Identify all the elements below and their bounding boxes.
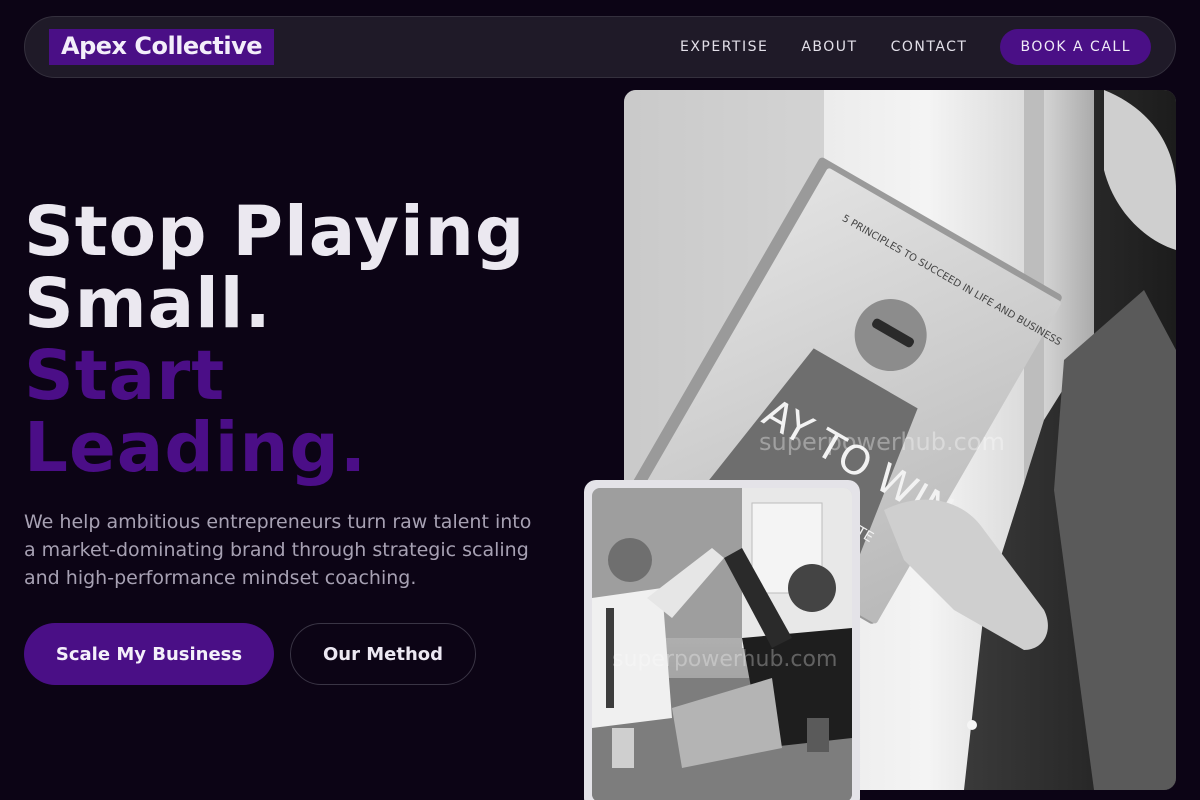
nav-link-contact[interactable]: CONTACT — [891, 39, 968, 55]
nav-link-expertise[interactable]: EXPERTISE — [680, 39, 768, 55]
team-high-five-photo: superpowerhub.com — [592, 488, 852, 800]
watermark-card: superpowerhub.com — [612, 647, 837, 672]
headline-accent-line-2: Leading. — [24, 408, 368, 488]
book-call-button[interactable]: BOOK A CALL — [1000, 29, 1151, 65]
hero-headline: Stop Playing Small. Start Leading. — [24, 196, 604, 484]
headline-line-1: Stop Playing — [24, 192, 526, 272]
nav-link-about[interactable]: ABOUT — [801, 39, 857, 55]
team-photo-card: superpowerhub.com — [584, 480, 860, 800]
nav-links: EXPERTISE ABOUT CONTACT BOOK A CALL — [680, 29, 1151, 65]
top-nav: Apex Collective EXPERTISE ABOUT CONTACT … — [24, 16, 1176, 78]
landing-page: Apex Collective EXPERTISE ABOUT CONTACT … — [0, 0, 1200, 800]
logo[interactable]: Apex Collective — [49, 29, 275, 65]
team-photo-illustration: superpowerhub.com — [592, 488, 852, 800]
scale-business-button[interactable]: Scale My Business — [24, 623, 274, 685]
watermark-main: superpowerhub.com — [759, 428, 1005, 456]
hero-subtext: We help ambitious entrepreneurs turn raw… — [24, 511, 532, 589]
headline-line-2: Small. — [24, 264, 272, 344]
headline-accent-line-1: Start — [24, 336, 226, 416]
our-method-button[interactable]: Our Method — [290, 623, 476, 685]
